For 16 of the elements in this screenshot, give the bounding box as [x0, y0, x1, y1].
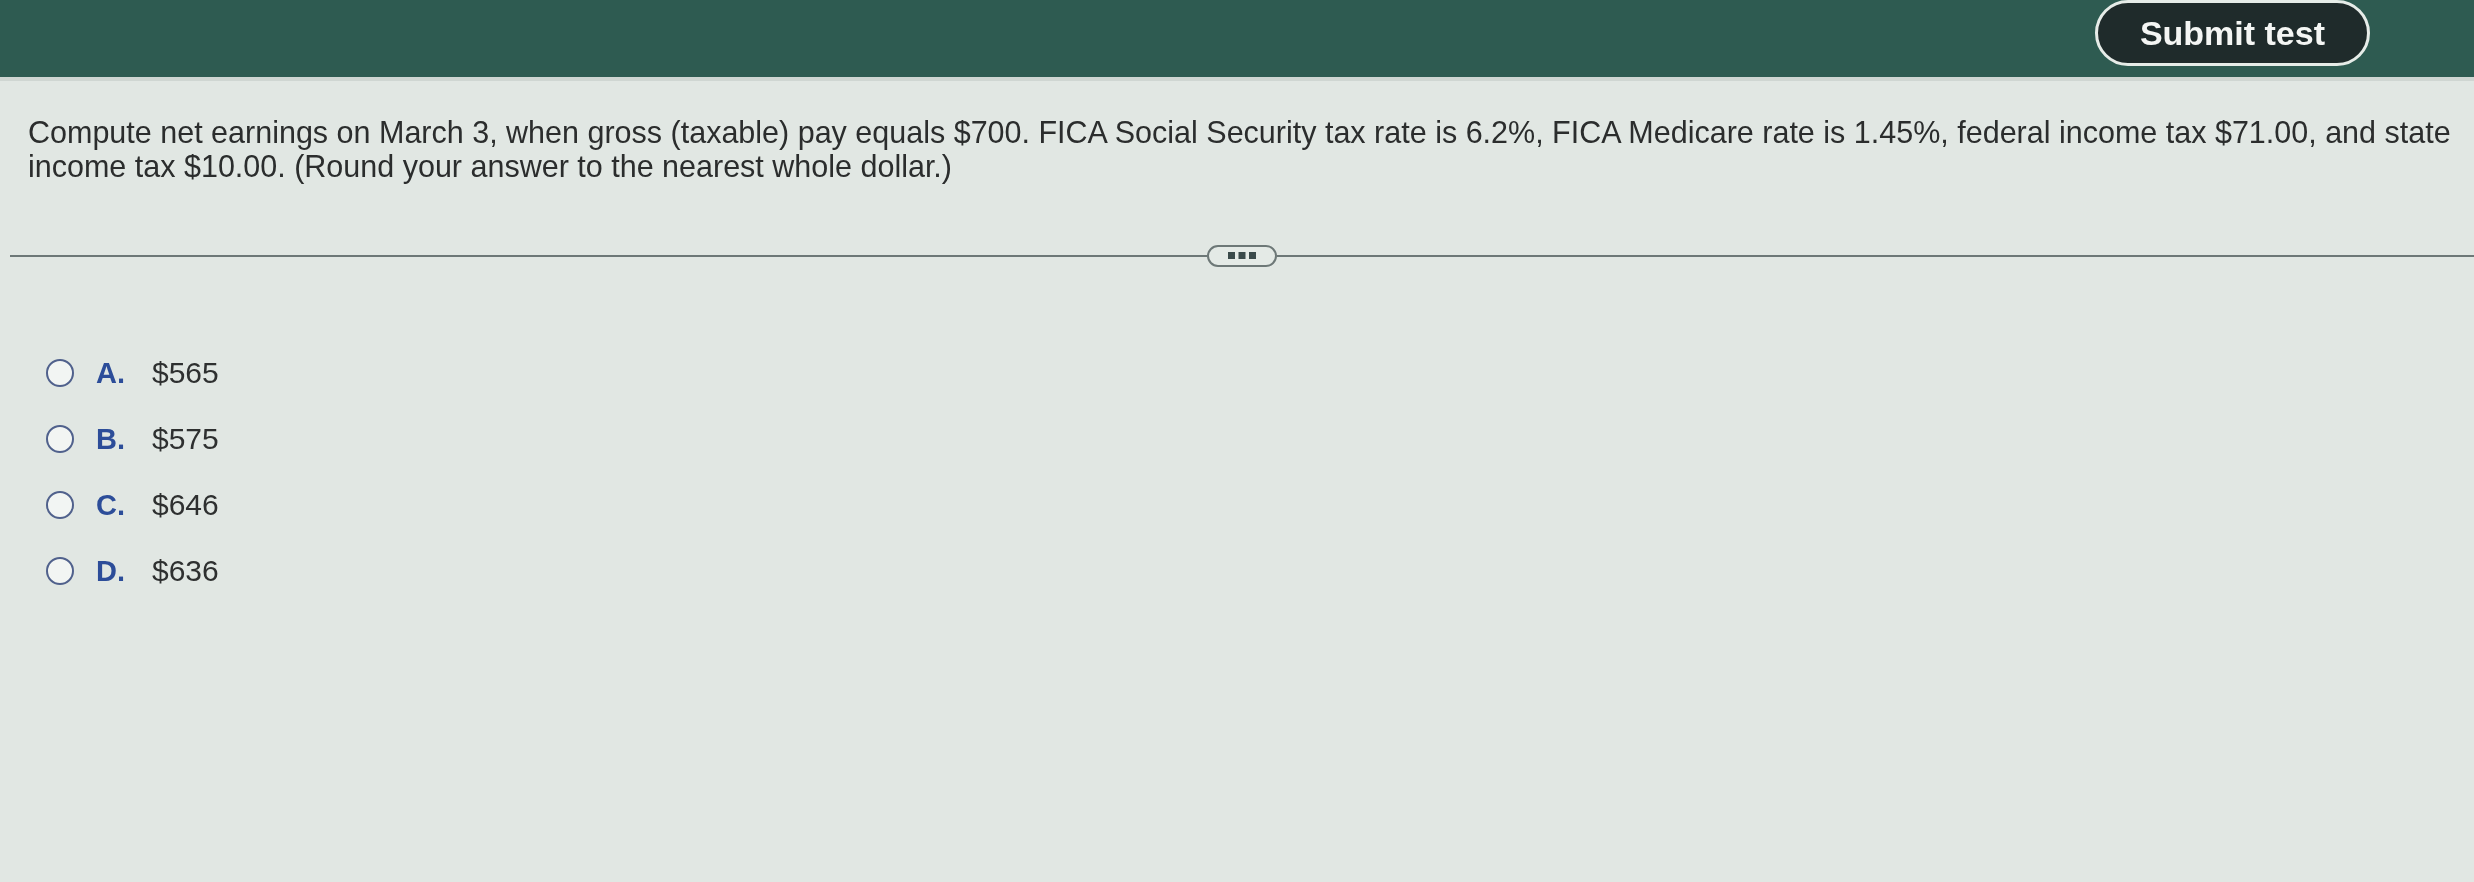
option-letter: A.	[96, 356, 126, 390]
radio-button[interactable]	[46, 557, 74, 585]
ellipsis-icon	[1228, 252, 1256, 260]
option-value: $636	[152, 554, 219, 588]
option-letter: C.	[96, 488, 126, 522]
submit-test-button[interactable]: Submit test	[2094, 0, 2370, 66]
radio-button[interactable]	[46, 491, 74, 519]
option-letter: D.	[96, 554, 126, 588]
option-value: $575	[152, 422, 219, 456]
radio-button[interactable]	[46, 425, 74, 453]
option-letter: B.	[96, 422, 126, 456]
radio-button[interactable]	[46, 359, 74, 387]
expand-button[interactable]	[1207, 245, 1277, 267]
option-value: $565	[152, 356, 219, 390]
question-text: Compute net earnings on March 3, when gross (taxable) pay equals $700. FICA Social Security tax rate is 6.2%, FICA Medicare rate is 1.45%, federal income tax $71.00, and state income tax $10.00. (Round your answer to the nearest whole dollar.)	[27, 115, 2452, 183]
option-value: $646	[152, 488, 219, 522]
